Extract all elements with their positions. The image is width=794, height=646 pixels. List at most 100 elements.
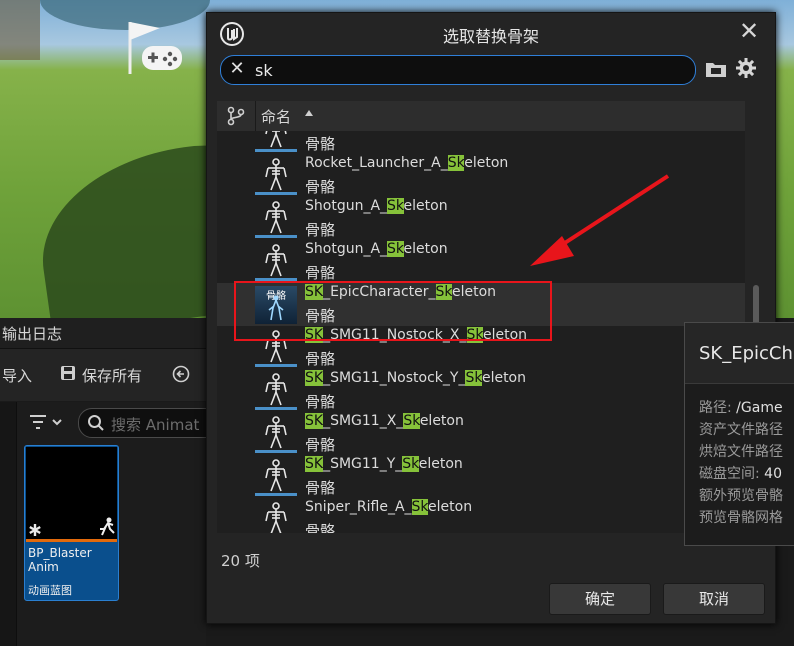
asterisk-icon <box>29 524 41 536</box>
save-icon <box>61 366 75 380</box>
skeleton-name-part: eleton <box>403 198 448 214</box>
output-log-tab[interactable]: 输出日志 <box>0 318 206 349</box>
asset-name-line2: Anim <box>28 560 59 574</box>
tooltip-header: SK_EpicCh <box>685 323 794 384</box>
skeleton-name-part: Sniper_Rifle_A_ <box>305 499 412 515</box>
search-match-highlight: Sk <box>387 241 404 257</box>
save-all-button[interactable]: 保存所有 <box>82 365 142 386</box>
asset-type-label: 骨骼 <box>305 135 336 153</box>
tooltip-line-value: 40 <box>764 466 782 482</box>
search-match-highlight: Sk <box>402 456 419 472</box>
tooltip-line: 磁盘空间: 40 <box>699 463 782 483</box>
skeleton-name: Shotgun_A_Skeleton <box>305 241 448 257</box>
skeleton-name: SK_SMG11_Y_Skeleton <box>305 456 463 472</box>
cancel-button[interactable]: 取消 <box>663 583 765 615</box>
skeleton-icon <box>255 458 297 496</box>
asset-type-label: 骨骼 <box>305 522 336 533</box>
list-item[interactable]: SK_SMG11_X_Skeleton 骨骼 <box>217 412 745 455</box>
search-match-highlight: SK <box>305 370 324 386</box>
asset-type-label: 骨骼 <box>305 350 336 368</box>
skeleton-icon <box>255 157 297 195</box>
skeleton-name-part: _SMG11_X_ <box>323 413 404 429</box>
skeleton-icon <box>255 131 297 152</box>
confirm-button[interactable]: 确定 <box>549 583 651 615</box>
player-start-flag-icon[interactable] <box>120 16 190 78</box>
search-match-highlight: Sk <box>387 198 404 214</box>
skeleton-search-field[interactable]: ✕ <box>220 55 696 85</box>
tooltip-line-label: 路径: <box>699 400 737 416</box>
tooltip-title: SK_EpicCh <box>699 343 793 364</box>
source-control-branch-icon[interactable] <box>223 106 249 126</box>
skeleton-name: SK_SMG11_X_Skeleton <box>305 413 464 429</box>
tooltip-line: 预览骨骼网格 <box>699 507 783 527</box>
skeleton-name: SK_SMG11_Nostock_Y_Skeleton <box>305 370 526 386</box>
skeleton-name-part: Rocket_Launcher_A_ <box>305 155 448 171</box>
list-item[interactable]: SK_SMG11_Nostock_Y_Skeleton 骨骼 <box>217 369 745 412</box>
list-item[interactable]: 骨骼 <box>217 131 745 154</box>
skeleton-name-part: _SMG11_Nostock_Y_ <box>323 370 466 386</box>
tooltip-line: 烘焙文件路径 <box>699 441 783 461</box>
skeleton-name: Shotgun_A_Skeleton <box>305 198 448 214</box>
tooltip-line-label: 额外预览骨骼 <box>699 488 783 504</box>
asset-tooltip: SK_EpicCh 路径: /Game 资产文件路径 烘焙文件路径 磁盘空间: 40 额… <box>684 322 794 546</box>
item-count: 20 项 <box>221 552 260 570</box>
search-match-highlight: Sk <box>465 370 482 386</box>
close-icon[interactable]: ✕ <box>735 17 763 45</box>
skeleton-icon <box>255 243 297 281</box>
sort-ascending-icon[interactable] <box>305 110 313 116</box>
skeleton-name-part: eleton <box>418 456 463 472</box>
tooltip-line: 路径: /Game <box>699 397 783 417</box>
clear-search-icon[interactable]: ✕ <box>227 59 247 79</box>
skeleton-name-part: eleton <box>464 155 509 171</box>
annotation-arrow-icon <box>530 174 670 266</box>
asset-thumbnail <box>26 447 117 542</box>
tooltip-line-label: 预览骨骼网格 <box>699 510 783 526</box>
skeleton-name-part: eleton <box>403 241 448 257</box>
folder-icon[interactable] <box>705 59 727 79</box>
asset-type-label: 骨骼 <box>305 479 336 497</box>
tooltip-line-label: 磁盘空间: <box>699 466 765 482</box>
list-header: 命名 <box>217 101 745 132</box>
asset-type-label: 骨骼 <box>305 264 336 282</box>
skeleton-icon <box>255 372 297 410</box>
search-match-highlight: Sk <box>411 499 429 515</box>
back-arrow-icon[interactable] <box>172 365 190 383</box>
import-button[interactable]: 导入 <box>2 365 32 386</box>
tooltip-line: 资产文件路径 <box>699 419 783 439</box>
search-match-highlight: Sk <box>403 413 420 429</box>
column-name-header[interactable]: 命名 <box>261 106 291 127</box>
sources-collapsed-strip[interactable] <box>0 402 17 646</box>
viewport-rock <box>0 0 40 60</box>
asset-type-label: 骨骼 <box>305 393 336 411</box>
search-match-highlight: SK <box>305 456 324 472</box>
asset-card-bp-blaster-anim[interactable]: BP_Blaster Anim 动画蓝图 <box>24 445 119 601</box>
filter-icon[interactable] <box>28 412 68 432</box>
content-search-input[interactable]: 搜索 Animat <box>78 408 220 438</box>
content-search-placeholder: 搜索 Animat <box>111 416 200 434</box>
header-separator <box>255 101 256 131</box>
search-match-highlight: Sk <box>447 155 465 171</box>
asset-name: BP_Blaster Anim <box>28 546 116 574</box>
skeleton-icon <box>255 501 297 533</box>
asset-type: 动画蓝图 <box>28 584 72 597</box>
list-item[interactable]: Sniper_Rifle_A_Skeleton 骨骼 <box>217 498 745 533</box>
tooltip-line-label: 烘焙文件路径 <box>699 444 783 460</box>
content-browser-toolbar: 导入 保存所有 <box>0 349 206 401</box>
skeleton-name-part: _SMG11_Y_ <box>323 456 403 472</box>
skeleton-icon <box>255 415 297 453</box>
gear-icon[interactable] <box>735 57 757 79</box>
search-icon <box>88 415 104 431</box>
annotation-highlight-box <box>234 281 552 341</box>
tooltip-line-label: 资产文件路径 <box>699 422 783 438</box>
asset-type-label: 骨骼 <box>305 178 336 196</box>
list-item[interactable]: SK_SMG11_Y_Skeleton 骨骼 <box>217 455 745 498</box>
running-figure-icon <box>100 517 115 536</box>
dialog-title: 选取替换骨架 <box>442 27 539 46</box>
skeleton-name: Sniper_Rifle_A_Skeleton <box>305 499 472 515</box>
skeleton-search-input[interactable] <box>253 58 687 82</box>
skeleton-name-part: eleton <box>419 413 464 429</box>
skeleton-icon <box>255 200 297 238</box>
skeleton-name-part: Shotgun_A_ <box>305 241 388 257</box>
skeleton-name: Rocket_Launcher_A_Skeleton <box>305 155 508 171</box>
asset-type-label: 骨骼 <box>305 221 336 239</box>
